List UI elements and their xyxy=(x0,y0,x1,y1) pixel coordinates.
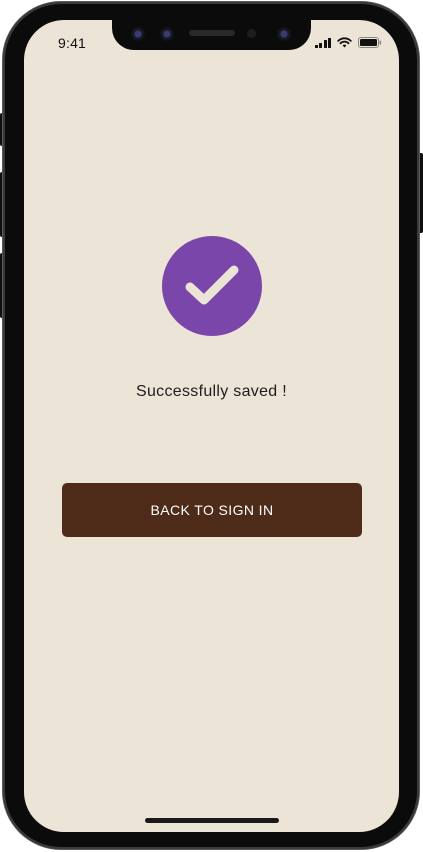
front-camera-icon xyxy=(277,27,291,41)
cellular-signal-icon xyxy=(314,37,331,48)
home-indicator[interactable] xyxy=(145,818,279,823)
earpiece-speaker xyxy=(189,30,235,36)
camera-lens-icon xyxy=(131,27,145,41)
success-message: Successfully saved ! xyxy=(136,383,287,400)
notch xyxy=(112,20,311,50)
checkmark-icon xyxy=(185,265,239,305)
status-time: 9:41 xyxy=(58,35,87,51)
wifi-icon xyxy=(337,37,352,48)
camera-lens-icon xyxy=(160,27,174,41)
device-stage: 9:41 Successfully saved ! BACK TO SIGN I… xyxy=(0,0,423,852)
back-to-sign-in-label: BACK TO SIGN IN xyxy=(150,502,274,518)
battery-icon xyxy=(358,37,382,48)
app-screen: 9:41 Successfully saved ! BACK TO SIGN I… xyxy=(24,20,399,832)
success-badge xyxy=(162,236,262,336)
status-icons xyxy=(314,37,383,48)
proximity-sensor xyxy=(247,29,256,38)
back-to-sign-in-button[interactable]: BACK TO SIGN IN xyxy=(62,483,362,537)
